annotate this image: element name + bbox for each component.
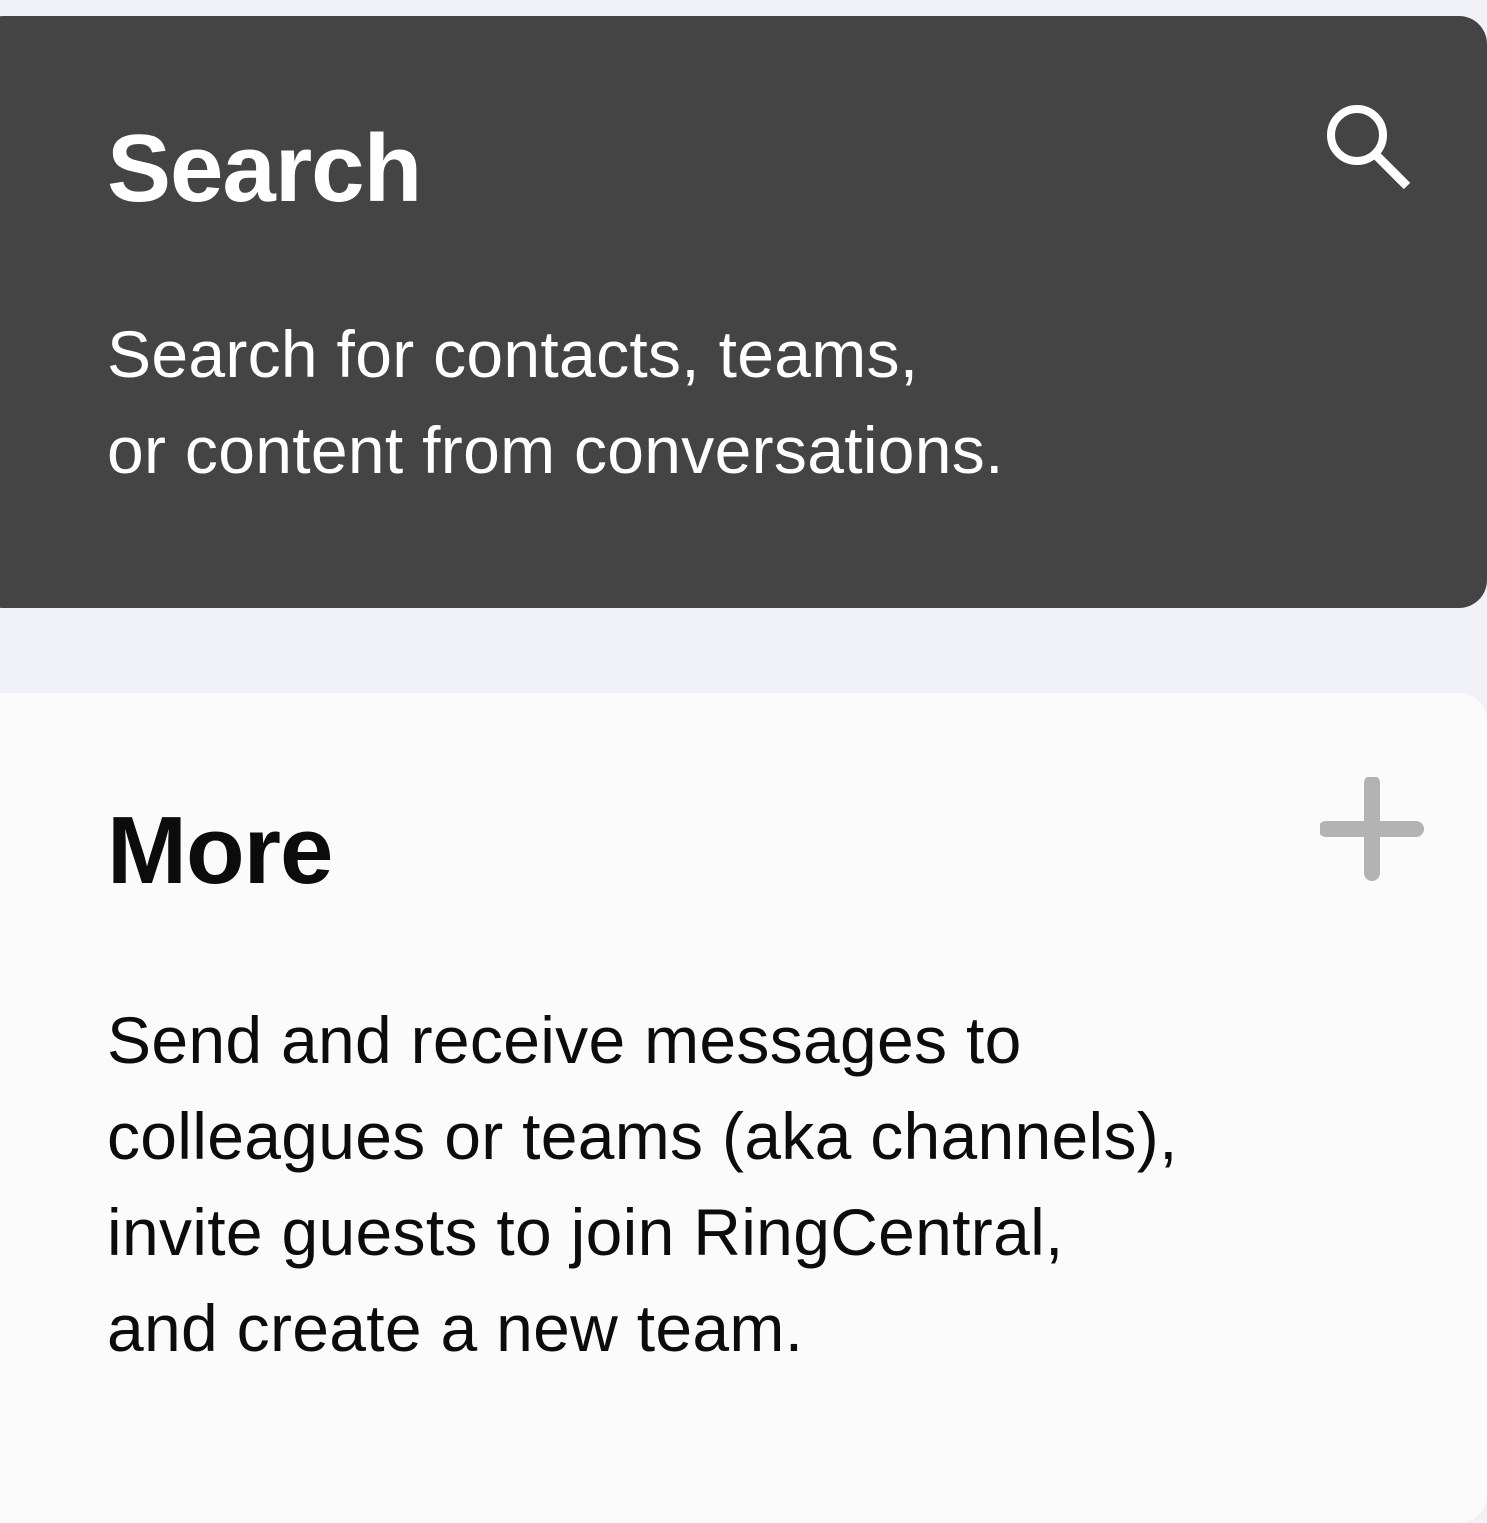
search-icon[interactable] <box>1321 98 1421 198</box>
search-card-title: Search <box>107 115 422 222</box>
more-card-description: Send and receive messages to colleagues … <box>107 1003 1178 1365</box>
more-card-title: More <box>107 797 333 904</box>
search-icon-graphic <box>1327 105 1411 190</box>
search-card[interactable]: Search Search for contacts, teams, or co… <box>0 16 1487 608</box>
search-card-description: Search for contacts, teams, or content f… <box>107 317 1004 487</box>
more-card[interactable]: More Send and receive messages to collea… <box>0 693 1487 1523</box>
plus-icon-graphic <box>1318 775 1424 881</box>
plus-icon[interactable] <box>1318 775 1424 881</box>
